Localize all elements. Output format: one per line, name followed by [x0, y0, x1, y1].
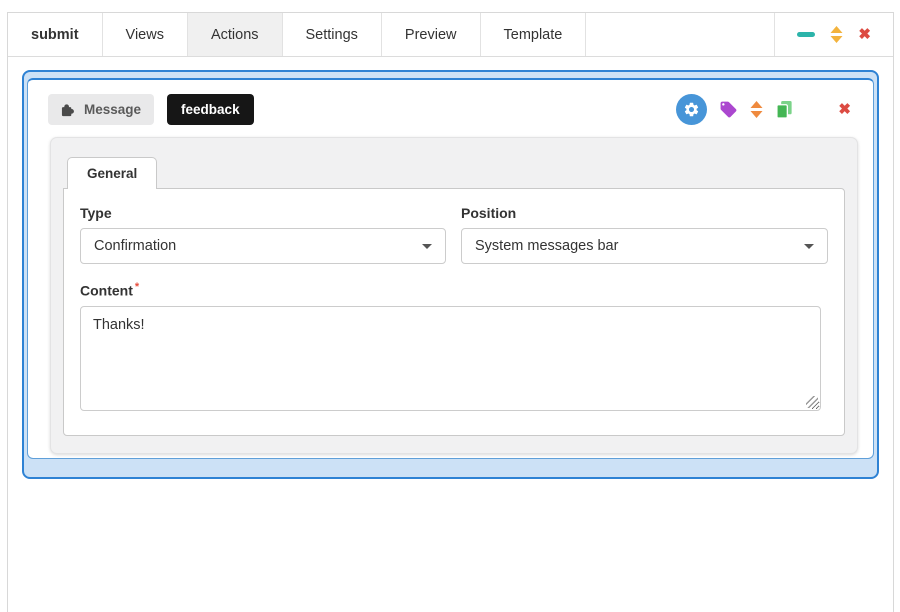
- type-select[interactable]: Confirmation: [80, 228, 446, 264]
- copy-icon: [775, 100, 794, 119]
- action-settings-card: General Type Confirmation P: [50, 137, 858, 454]
- action-type-badge: Message: [48, 94, 154, 125]
- delete-action-icon[interactable]: [838, 102, 851, 117]
- tab-submit[interactable]: submit: [8, 13, 103, 56]
- settings-gear-button[interactable]: [676, 94, 707, 125]
- action-panel-header: Message feedback: [28, 80, 873, 125]
- tab-preview[interactable]: Preview: [382, 13, 481, 56]
- tab-views[interactable]: Views: [103, 13, 188, 56]
- tab-settings[interactable]: Settings: [283, 13, 382, 56]
- tab-template[interactable]: Template: [481, 13, 587, 56]
- chevron-down-icon: [422, 244, 432, 249]
- reorder-up-down-icon[interactable]: [830, 26, 843, 43]
- type-label: Type: [80, 205, 446, 221]
- action-name-badge: feedback: [167, 94, 254, 125]
- tab-general[interactable]: General: [67, 157, 157, 189]
- content-label-text: Content: [80, 283, 133, 299]
- actions-content-area: Message feedback: [8, 57, 893, 479]
- close-icon[interactable]: [858, 27, 871, 42]
- message-action-panel: Message feedback: [27, 78, 874, 459]
- tab-actions[interactable]: Actions: [188, 13, 283, 56]
- position-select[interactable]: System messages bar: [461, 228, 828, 264]
- duplicate-button[interactable]: [775, 100, 794, 119]
- required-asterisk: *: [135, 281, 139, 293]
- tabbar-spacer: [586, 13, 774, 56]
- position-field: Position System messages bar: [461, 205, 828, 264]
- move-button[interactable]: [750, 101, 763, 118]
- chevron-down-icon: [804, 244, 814, 249]
- up-down-arrows-icon: [750, 101, 763, 118]
- type-select-value: Confirmation: [94, 238, 176, 254]
- type-position-row: Type Confirmation Position System messag…: [80, 205, 828, 264]
- action-toolbar: [676, 94, 851, 125]
- action-type-label: Message: [84, 102, 141, 117]
- minimize-icon[interactable]: [797, 32, 815, 37]
- selected-element-outline: Message feedback: [22, 70, 879, 479]
- window-controls: [774, 13, 893, 56]
- type-field: Type Confirmation: [80, 205, 446, 264]
- puzzle-piece-icon: [61, 102, 76, 117]
- position-label: Position: [461, 205, 828, 221]
- form-builder-window: submit Views Actions Settings Preview Te…: [7, 12, 894, 612]
- tag-button[interactable]: [719, 100, 738, 119]
- gear-icon: [683, 101, 700, 118]
- general-tab-pane: Type Confirmation Position System messag…: [63, 188, 845, 436]
- position-select-value: System messages bar: [475, 238, 618, 254]
- content-field: Content* Thanks!: [80, 281, 828, 411]
- content-textarea[interactable]: Thanks!: [80, 306, 821, 411]
- main-tabbar: submit Views Actions Settings Preview Te…: [8, 13, 893, 57]
- tag-icon: [719, 100, 738, 119]
- content-label: Content*: [80, 281, 828, 299]
